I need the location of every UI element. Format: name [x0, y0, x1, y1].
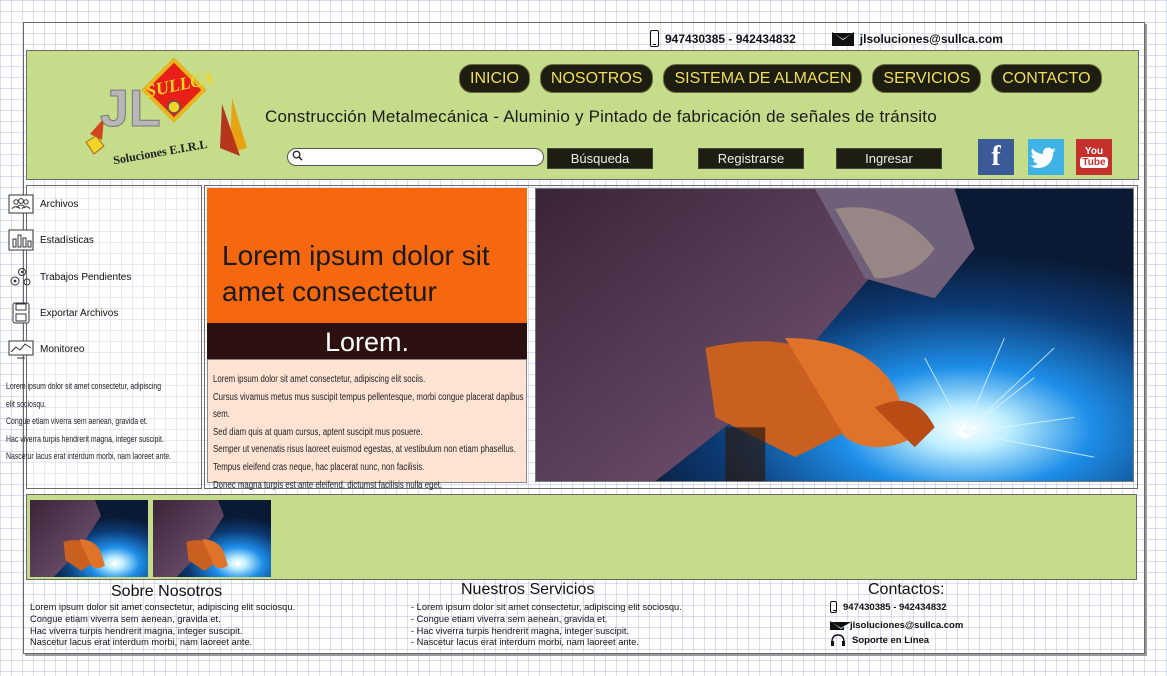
sidebar-item-label: Estadísticas: [40, 234, 94, 246]
company-logo[interactable]: JL SULLCA Soluciones E.I.R.L: [82, 58, 247, 166]
nav-sistema-almacen[interactable]: SISTEMA DE ALMACEN: [663, 64, 863, 93]
main-nav: INICIO NOSOTROS SISTEMA DE ALMACEN SERVI…: [459, 64, 1102, 93]
youtube-icon[interactable]: You Tube: [1076, 139, 1112, 175]
sidebar-item-monitoreo[interactable]: Monitoreo: [8, 338, 84, 360]
footer-contacts-title: Contactos:: [868, 581, 945, 598]
mail-icon: [830, 621, 852, 630]
phone-icon: [830, 601, 837, 613]
footer-support[interactable]: Soporte en Línea: [830, 634, 929, 647]
footer-email[interactable]: jlsoluciones@sullca.com: [830, 620, 963, 631]
search-icon: [292, 150, 303, 161]
headset-icon: [831, 634, 845, 646]
sidebar-item-archivos[interactable]: Archivos: [8, 193, 78, 215]
search-button[interactable]: Búsqueda: [547, 148, 653, 169]
sidebar-item-estadisticas[interactable]: Estadísticas: [8, 229, 94, 251]
sidebar-item-exportar[interactable]: Exportar Archivos: [8, 302, 118, 324]
nav-nosotros[interactable]: NOSOTROS: [539, 64, 654, 93]
gallery-thumbnail[interactable]: [153, 500, 271, 577]
nav-inicio[interactable]: INICIO: [459, 64, 530, 93]
sidebar-item-label: Trabajos Pendientes: [40, 271, 132, 283]
floppy-icon: [12, 302, 30, 324]
nav-servicios[interactable]: SERVICIOS: [872, 64, 982, 93]
gallery-thumbnail[interactable]: [30, 500, 148, 577]
footer-phone: 947430385 - 942434832: [830, 601, 947, 613]
bar-chart-icon: [8, 229, 34, 251]
users-icon: [8, 194, 34, 214]
facebook-icon[interactable]: f: [978, 139, 1014, 175]
footer-services-title: Nuestros Servicios: [461, 581, 595, 598]
sidebar-item-label: Monitoreo: [40, 343, 85, 355]
nav-contacto[interactable]: CONTACTO: [991, 64, 1102, 93]
footer-services-text: - Lorem ipsum dolor sit amet consectetur…: [411, 602, 682, 648]
sidebar-text: Lorem ipsum dolor sit amet consectetur, …: [6, 381, 172, 462]
sidebar-item-trabajos[interactable]: Trabajos Pendientes: [8, 266, 131, 288]
search-input[interactable]: [287, 148, 544, 166]
svg-text:Soluciones E.I.R.L: Soluciones E.I.R.L: [112, 137, 208, 166]
register-button[interactable]: Registrarse: [698, 148, 804, 169]
mail-icon: [831, 31, 854, 46]
top-contact-bar: 947430385 - 942434832 jlsoluciones@sullc…: [650, 30, 1003, 47]
gears-icon: [10, 268, 31, 286]
login-button[interactable]: Ingresar: [836, 148, 942, 169]
site-tagline: Construcción Metalmecánica - Aluminio y …: [265, 107, 937, 126]
top-phones: 947430385 - 942434832: [665, 31, 796, 46]
footer-about-title: Sobre Nosotros: [111, 583, 223, 600]
hero-welding-image: [535, 188, 1134, 482]
top-email-link[interactable]: jlsoluciones@sullca.com: [860, 32, 1003, 46]
twitter-icon[interactable]: [1028, 139, 1064, 175]
feature-body: Lorem ipsum dolor sit amet consectetur, …: [213, 374, 524, 491]
sidebar-item-label: Archivos: [40, 198, 79, 210]
feature-subtitle: Lorem.: [207, 323, 527, 359]
footer-about-text: Lorem ipsum dolor sit amet consectetur, …: [30, 602, 296, 648]
phone-icon: [650, 30, 659, 47]
monitor-icon: [8, 340, 34, 359]
sidebar-item-label: Exportar Archivos: [40, 307, 119, 319]
feature-title: Lorem ipsum dolor sit amet consectetur: [222, 240, 490, 307]
